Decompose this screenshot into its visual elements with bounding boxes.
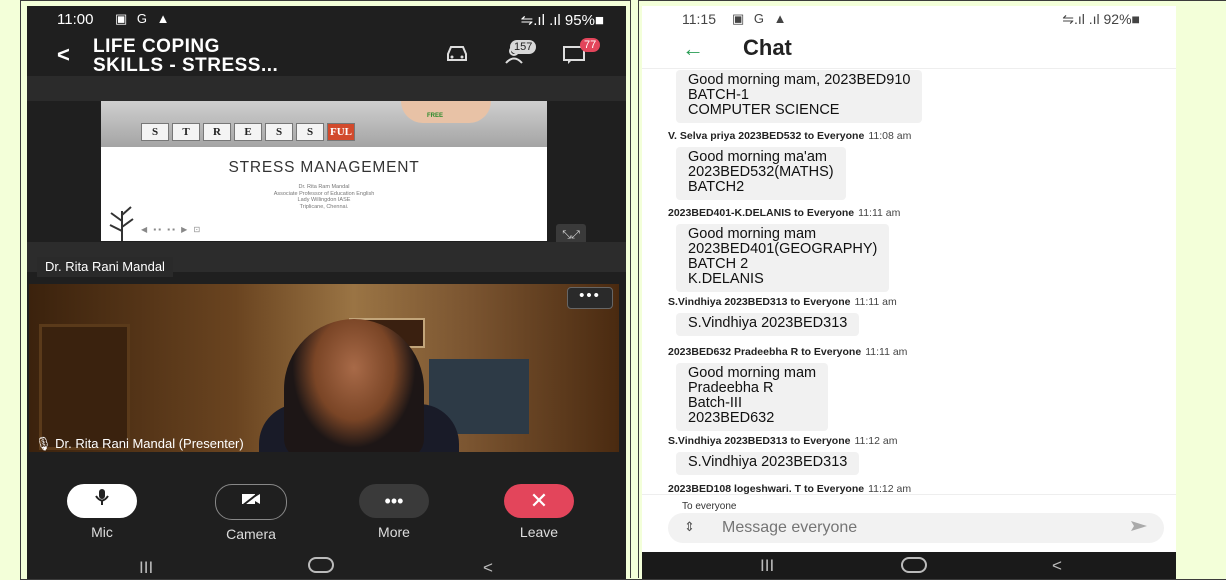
- status-time: 11:00: [57, 11, 94, 28]
- message-sender: S.Vindhiya 2023BED313 to Everyone 11:12 a…: [668, 435, 898, 447]
- expand-toggle-icon[interactable]: ⇕: [684, 519, 695, 535]
- participants-count-badge: 157: [510, 40, 537, 54]
- meeting-controls: Mic Camera ••• More ✕ Leave: [27, 484, 626, 544]
- notification-icons: ▣ G ▲: [732, 11, 790, 26]
- tile: S: [265, 123, 293, 141]
- free-label: FREE: [427, 113, 444, 119]
- back-arrow-icon[interactable]: ←: [682, 36, 704, 62]
- mic-button[interactable]: Mic: [42, 484, 162, 540]
- mic-icon: 🎙︎: [35, 436, 52, 451]
- plant-illustration: [105, 201, 139, 241]
- chat-message: S.Vindhiya 2023BED313 to Everyone 11:12 a…: [668, 435, 897, 475]
- speaker-name-label: Dr. Rita Rani Mandal: [37, 257, 173, 277]
- slide-heading: STRESS MANAGEMENT: [228, 159, 420, 176]
- message-time: 11:08 am: [868, 130, 912, 142]
- message-bubble: Good morning mam Pradeebha R Batch-III 2…: [676, 363, 829, 431]
- chat-message: 2023BED632 Pradeebha R to Everyone 11:11 …: [668, 346, 907, 431]
- video-more-button[interactable]: •••: [567, 287, 613, 309]
- message-list[interactable]: Good morning mam, 2023BED910 BATCH-1 COM…: [642, 68, 1176, 498]
- status-bar: 11:15 ▣ G ▲ ⇋.ıl .ıl 92%■: [642, 6, 1176, 32]
- chat-message: S.Vindhiya 2023BED313 to Everyone 11:11 a…: [668, 296, 897, 336]
- signal-battery: ⇋.ıl .ıl 95%■: [520, 12, 604, 29]
- home-button[interactable]: [307, 556, 335, 579]
- signal-battery: ⇋.ıl .ıl 92%■: [1062, 11, 1140, 27]
- slide-playback-controls: ◀ ▪▪ ▪▪ ▶ ⊡: [141, 225, 203, 234]
- tile-ful: FUL: [327, 123, 355, 141]
- meeting-header: < LIFE COPING SKILLS - STRESS... 157 77: [27, 32, 626, 76]
- camera-label: Camera: [226, 526, 276, 542]
- notification-icons: ▣ G ▲: [115, 11, 173, 26]
- tile: T: [172, 123, 200, 141]
- leave-button[interactable]: ✕ Leave: [479, 484, 599, 540]
- message-bubble: Good morning ma'am 2023BED532(MATHS) BAT…: [676, 147, 846, 200]
- recipient-label[interactable]: To everyone: [682, 501, 736, 512]
- tile: S: [296, 123, 324, 141]
- back-nav-button[interactable]: <: [483, 558, 493, 578]
- tile: R: [203, 123, 231, 141]
- camera-button[interactable]: Camera: [191, 484, 311, 542]
- leave-icon: ✕: [504, 484, 574, 518]
- title-line-2: SKILLS - STRESS...: [93, 55, 279, 76]
- recent-apps-button[interactable]: III: [760, 556, 774, 576]
- chat-screen: 11:15 ▣ G ▲ ⇋.ıl .ıl 92%■ ← Chat Good mo…: [642, 6, 1176, 579]
- home-button[interactable]: [900, 556, 928, 579]
- camera-off-icon: [215, 484, 287, 520]
- tile: E: [234, 123, 262, 141]
- message-time: 11:11 am: [854, 296, 897, 308]
- mic-icon: [67, 484, 137, 518]
- message-input[interactable]: [720, 517, 1104, 539]
- meeting-title: LIFE COPING SKILLS - STRESS...: [93, 37, 278, 75]
- chat-title: Chat: [743, 35, 792, 60]
- leave-label: Leave: [519, 524, 559, 540]
- presenter-label: 🎙︎ Dr. Rita Rani Mandal (Presenter): [35, 436, 244, 452]
- message-sender: S.Vindhiya 2023BED313 to Everyone 11:11 a…: [668, 296, 897, 308]
- send-icon[interactable]: [1130, 519, 1148, 535]
- message-bubble: Good morning mam, 2023BED910 BATCH-1 COM…: [676, 70, 923, 123]
- stress-tiles: S T R E S S FUL: [141, 123, 355, 141]
- shared-slide: S T R E S S FUL FREE STRESS MANAGEMENT D…: [101, 101, 547, 241]
- chat-message: Good morning mam, 2023BED910 BATCH-1 COM…: [668, 68, 923, 123]
- chat-message: 2023BED401-K.DELANIS to Everyone 11:11 am…: [668, 207, 900, 292]
- back-icon[interactable]: <: [57, 42, 70, 68]
- message-time: 11:11 am: [858, 207, 901, 219]
- presenter-name: Dr. Rita Rani Mandal (Presenter): [55, 436, 244, 451]
- status-time: 11:15: [682, 11, 716, 27]
- composer-divider: [642, 494, 1176, 495]
- divider-panel: [630, 0, 639, 578]
- slide-place: Triplicane, Chennai.: [299, 203, 349, 210]
- message-sender: 2023BED401-K.DELANIS to Everyone 11:11 am: [668, 207, 901, 219]
- status-bar: 11:00 ▣ G ▲ ⇋.ıl .ıl 95%■: [27, 6, 626, 32]
- message-sender: 2023BED632 Pradeebha R to Everyone 11:11 …: [668, 346, 908, 358]
- message-bubble: S.Vindhiya 2023BED313: [676, 452, 860, 475]
- presenter-video[interactable]: [29, 284, 619, 452]
- chat-count-badge: 77: [580, 38, 601, 52]
- share-toolbar: [27, 76, 626, 101]
- title-line-1: LIFE COPING: [93, 36, 220, 57]
- android-nav-bar: III <: [642, 552, 1176, 579]
- recent-apps-button[interactable]: III: [139, 558, 153, 578]
- video-presenter-face: [284, 319, 424, 452]
- meeting-screen: 11:00 ▣ G ▲ ⇋.ıl .ıl 95%■ < LIFE COPING …: [27, 6, 626, 579]
- tile: S: [141, 123, 169, 141]
- message-bubble: Good morning mam 2023BED401(GEOGRAPHY) B…: [676, 224, 890, 292]
- android-nav-bar: III <: [27, 554, 626, 579]
- back-nav-button[interactable]: <: [1052, 556, 1062, 576]
- chat-header: ← Chat: [642, 32, 1176, 69]
- message-sender: V. Selva priya 2023BED532 to Everyone 11:…: [668, 130, 912, 142]
- more-button[interactable]: ••• More: [334, 484, 454, 540]
- message-time: 11:11 am: [865, 346, 908, 358]
- slide-credits: Dr. Rita Ram Mandal Associate Professor …: [101, 184, 547, 210]
- mic-label: Mic: [91, 524, 113, 540]
- more-label: More: [378, 524, 410, 540]
- message-bubble: S.Vindhiya 2023BED313: [676, 313, 860, 336]
- slide-finger-image: [401, 101, 491, 123]
- more-icon: •••: [359, 484, 429, 518]
- message-time: 11:12 am: [854, 435, 898, 447]
- message-composer: ⇕: [668, 513, 1164, 543]
- car-mode-icon[interactable]: [445, 44, 469, 70]
- chat-message: V. Selva priya 2023BED532 to Everyone 11:…: [668, 130, 911, 200]
- video-door: [39, 324, 130, 450]
